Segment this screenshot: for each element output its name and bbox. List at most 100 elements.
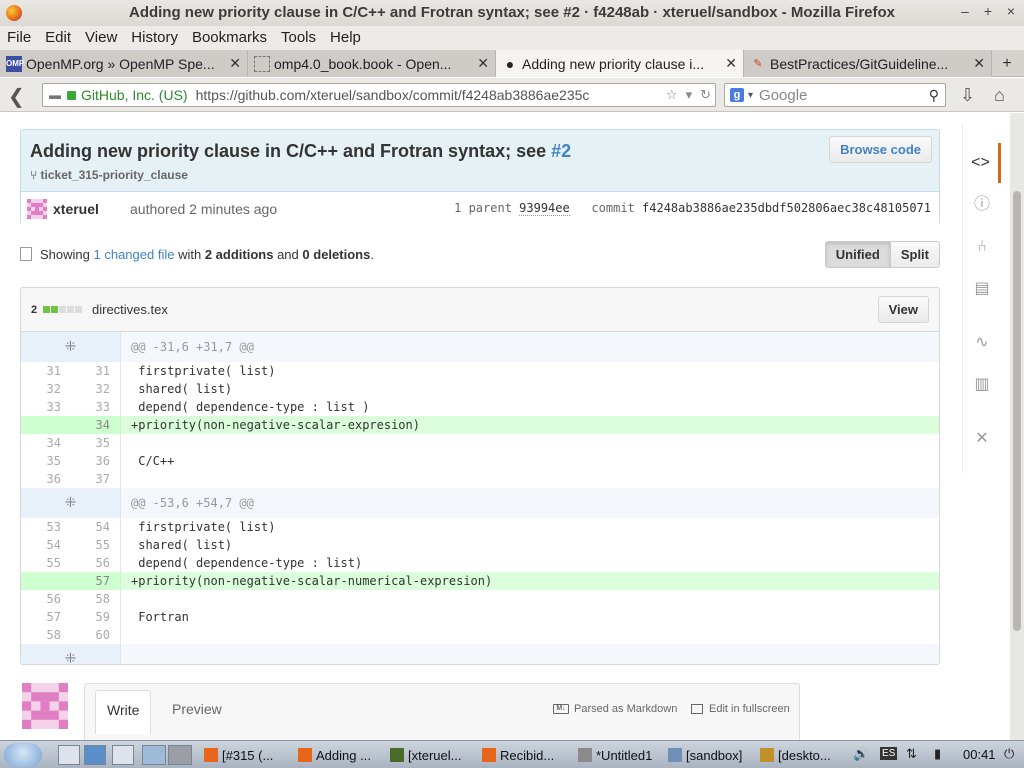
menu-edit[interactable]: Edit bbox=[38, 26, 78, 50]
code-icon[interactable]: <> bbox=[963, 143, 1001, 183]
new-tab-button[interactable]: + bbox=[992, 50, 1022, 76]
old-line-number[interactable]: 55 bbox=[21, 554, 71, 572]
workspace-1-icon[interactable] bbox=[142, 745, 166, 765]
graphs-icon[interactable]: ▥ bbox=[963, 365, 1001, 405]
expand-icon[interactable]: ⁜ bbox=[21, 332, 121, 362]
new-line-number[interactable]: 36 bbox=[71, 452, 121, 470]
close-window-button[interactable]: × bbox=[1002, 3, 1020, 19]
new-line-number[interactable]: 59 bbox=[71, 608, 121, 626]
settings-icon[interactable]: ✕ bbox=[963, 419, 1001, 459]
battery-icon[interactable]: ▮ bbox=[934, 746, 941, 762]
url-dropdown-icon[interactable]: ▾ bbox=[682, 87, 697, 103]
maximize-button[interactable]: + bbox=[979, 3, 997, 19]
back-arrow-icon[interactable]: ❮ bbox=[8, 84, 25, 109]
author-avatar[interactable] bbox=[27, 199, 47, 219]
minimize-button[interactable]: – bbox=[956, 3, 974, 19]
close-icon[interactable]: ✕ bbox=[229, 55, 241, 72]
new-line-number[interactable]: 58 bbox=[71, 590, 121, 608]
new-line-number[interactable]: 57 bbox=[71, 572, 121, 590]
expand-icon[interactable]: ⁜ bbox=[21, 644, 121, 664]
menu-help[interactable]: Help bbox=[323, 26, 368, 50]
changed-files-link[interactable]: 1 changed file bbox=[94, 247, 175, 262]
old-line-number[interactable]: 53 bbox=[21, 518, 71, 536]
old-line-number[interactable]: 57 bbox=[21, 608, 71, 626]
new-line-number[interactable]: 33 bbox=[71, 398, 121, 416]
old-line-number[interactable]: 34 bbox=[21, 434, 71, 452]
power-icon[interactable]: ⏻ bbox=[1004, 746, 1014, 762]
close-icon[interactable]: ✕ bbox=[725, 55, 737, 72]
search-box[interactable]: g ▾ Google ⚲ bbox=[724, 83, 946, 107]
keyboard-layout-indicator[interactable]: ES bbox=[880, 747, 898, 760]
network-icon[interactable]: ⇅ bbox=[906, 746, 917, 762]
pulse-icon[interactable]: ∿ bbox=[963, 323, 1001, 363]
page-scrollbar[interactable] bbox=[1010, 113, 1024, 740]
tab-openmp[interactable]: OMP OpenMP.org » OpenMP Spe... ✕ bbox=[0, 50, 248, 77]
taskbar-item[interactable]: *Untitled1 bbox=[578, 744, 664, 766]
parent-sha-link[interactable]: 93994ee bbox=[519, 201, 570, 216]
search-placeholder[interactable]: Google bbox=[759, 87, 929, 104]
download-icon[interactable]: ⇩ bbox=[960, 85, 975, 106]
menu-history[interactable]: History bbox=[124, 26, 185, 50]
taskbar-item[interactable]: [xteruel... bbox=[390, 744, 478, 766]
preview-tab[interactable]: Preview bbox=[161, 690, 233, 734]
google-icon[interactable]: g bbox=[730, 88, 744, 102]
new-line-number[interactable]: 54 bbox=[71, 518, 121, 536]
volume-icon[interactable]: 🔊 bbox=[853, 746, 869, 762]
taskbar-item[interactable]: [#315 (... bbox=[204, 744, 294, 766]
new-line-number[interactable]: 56 bbox=[71, 554, 121, 572]
new-line-number[interactable]: 34 bbox=[71, 416, 121, 434]
wiki-icon[interactable]: ▤ bbox=[963, 269, 1001, 309]
tab-omp-book[interactable]: omp4.0_book.book - Open... ✕ bbox=[248, 50, 496, 77]
scrollbar-thumb[interactable] bbox=[1013, 191, 1021, 631]
old-line-number[interactable]: 32 bbox=[21, 380, 71, 398]
url-text[interactable]: https://github.com/xteruel/sandbox/commi… bbox=[196, 87, 662, 103]
search-icon[interactable]: ⚲ bbox=[929, 87, 939, 104]
view-file-button[interactable]: View bbox=[877, 296, 929, 323]
tab-github-commit[interactable]: ● Adding new priority clause i... ✕ bbox=[496, 50, 744, 77]
show-desktop-icon[interactable] bbox=[58, 745, 80, 765]
bookmark-star-icon[interactable]: ☆ bbox=[662, 87, 682, 103]
taskbar-item[interactable]: Adding ... bbox=[298, 744, 386, 766]
expand-icon[interactable]: ⁜ bbox=[21, 488, 121, 518]
branch-name[interactable]: ⑂ ticket_315-priority_clause bbox=[30, 168, 188, 182]
new-line-number[interactable]: 55 bbox=[71, 536, 121, 554]
new-line-number[interactable]: 32 bbox=[71, 380, 121, 398]
menu-file[interactable]: File bbox=[0, 26, 38, 50]
fullscreen-link[interactable]: Edit in fullscreen bbox=[691, 703, 790, 715]
workspace-2-icon[interactable] bbox=[168, 745, 192, 765]
start-menu-button[interactable] bbox=[4, 743, 42, 767]
old-line-number[interactable] bbox=[21, 572, 71, 590]
menu-view[interactable]: View bbox=[78, 26, 124, 50]
taskbar-item[interactable]: [sandbox] bbox=[668, 744, 754, 766]
home-icon[interactable]: ⌂ bbox=[994, 85, 1005, 106]
issue-link[interactable]: #2 bbox=[551, 141, 571, 161]
old-line-number[interactable] bbox=[21, 416, 71, 434]
close-icon[interactable]: ✕ bbox=[973, 55, 985, 72]
reload-icon[interactable]: ↻ bbox=[696, 87, 715, 103]
split-button[interactable]: Split bbox=[890, 242, 939, 267]
tab-best-practices[interactable]: ✎ BestPractices/GitGuideline... ✕ bbox=[744, 50, 992, 77]
old-line-number[interactable]: 56 bbox=[21, 590, 71, 608]
window-switcher-icon[interactable] bbox=[112, 745, 134, 765]
menu-bookmarks[interactable]: Bookmarks bbox=[185, 26, 274, 50]
close-icon[interactable]: ✕ bbox=[477, 55, 489, 72]
author-name[interactable]: xteruel bbox=[53, 201, 99, 217]
old-line-number[interactable]: 35 bbox=[21, 452, 71, 470]
file-name[interactable]: directives.tex bbox=[92, 302, 168, 317]
old-line-number[interactable]: 36 bbox=[21, 470, 71, 488]
pull-requests-icon[interactable]: ⑃ bbox=[963, 227, 1001, 267]
url-bar[interactable]: ▬ GitHub, Inc. (US) https://github.com/x… bbox=[42, 83, 716, 107]
write-tab[interactable]: Write bbox=[95, 690, 152, 734]
old-line-number[interactable]: 31 bbox=[21, 362, 71, 380]
new-line-number[interactable]: 35 bbox=[71, 434, 121, 452]
new-line-number[interactable]: 60 bbox=[71, 626, 121, 644]
old-line-number[interactable]: 54 bbox=[21, 536, 71, 554]
menu-tools[interactable]: Tools bbox=[274, 26, 323, 50]
old-line-number[interactable]: 58 bbox=[21, 626, 71, 644]
issues-icon[interactable]: ⓘ bbox=[963, 185, 1001, 225]
launcher-icon[interactable] bbox=[84, 745, 106, 765]
old-line-number[interactable]: 33 bbox=[21, 398, 71, 416]
search-engine-dropdown-icon[interactable]: ▾ bbox=[748, 90, 753, 101]
unified-button[interactable]: Unified bbox=[825, 242, 891, 267]
browse-code-button[interactable]: Browse code bbox=[829, 136, 932, 163]
